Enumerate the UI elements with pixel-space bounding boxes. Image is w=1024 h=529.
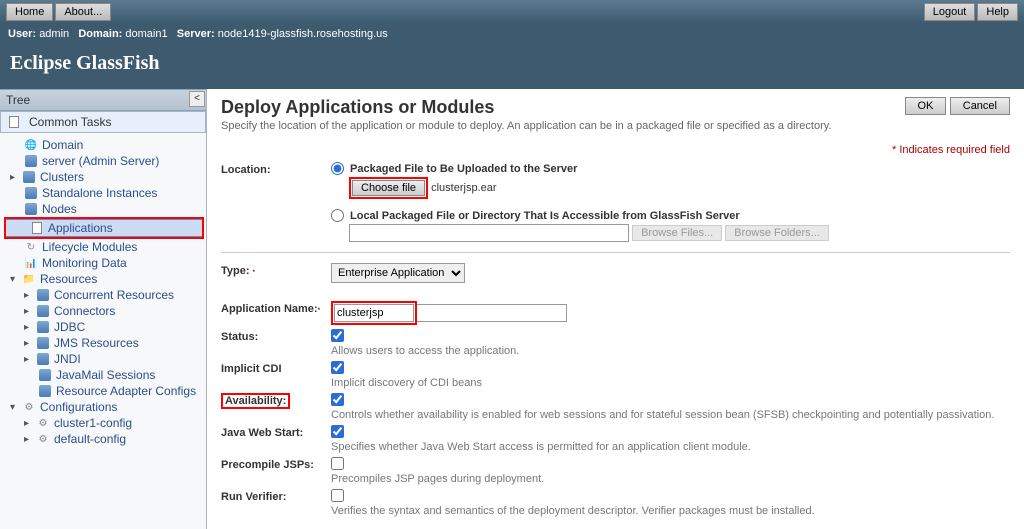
local-radio[interactable]	[331, 209, 344, 222]
jws-checkbox[interactable]	[331, 425, 344, 438]
local-path-input[interactable]	[349, 224, 629, 242]
about-button[interactable]: About...	[55, 3, 111, 21]
tree-standalone[interactable]: Standalone Instances	[0, 185, 206, 201]
logout-button[interactable]: Logout	[924, 3, 976, 21]
tree-javamail[interactable]: JavaMail Sessions	[0, 367, 206, 383]
topbar: Home About... Logout Help	[0, 0, 1024, 24]
choose-file-button[interactable]: Choose file	[352, 180, 425, 196]
precompile-checkbox[interactable]	[331, 457, 344, 470]
page-title: Deploy Applications or Modules	[221, 97, 831, 118]
appname-input-ext[interactable]	[417, 304, 567, 322]
availability-label: Availability:	[221, 393, 290, 409]
implicit-label: Implicit CDI	[221, 361, 331, 389]
tree-cluster1-config[interactable]: ▸⚙cluster1-config	[0, 415, 206, 431]
packaged-label: Packaged File to Be Uploaded to the Serv…	[350, 163, 577, 175]
tree-resources[interactable]: ▾📁Resources	[0, 271, 206, 287]
tree-configurations[interactable]: ▾⚙Configurations	[0, 399, 206, 415]
tree-server[interactable]: server (Admin Server)	[0, 153, 206, 169]
precompile-help: Precompiles JSP pages during deployment.	[331, 473, 544, 485]
browse-folders-button: Browse Folders...	[725, 225, 829, 241]
status-checkbox[interactable]	[331, 329, 344, 342]
verifier-checkbox[interactable]	[331, 489, 344, 502]
tree-monitoring[interactable]: 📊Monitoring Data	[0, 255, 206, 271]
infobar: User: admin Domain: domain1 Server: node…	[0, 24, 1024, 44]
tree-rac[interactable]: Resource Adapter Configs	[0, 383, 206, 399]
appname-label: Application Name:*	[221, 301, 331, 325]
tree-jndi[interactable]: ▸JNDI	[0, 351, 206, 367]
location-label: Location:	[221, 162, 331, 242]
tree-domain[interactable]: 🌐Domain	[0, 137, 206, 153]
tree-connectors[interactable]: ▸Connectors	[0, 303, 206, 319]
tree-jms[interactable]: ▸JMS Resources	[0, 335, 206, 351]
implicit-checkbox[interactable]	[331, 361, 344, 374]
tree-concurrent[interactable]: ▸Concurrent Resources	[0, 287, 206, 303]
tree-default-config[interactable]: ▸⚙default-config	[0, 431, 206, 447]
required-indicator: * Indicates required field	[221, 144, 1010, 156]
tree-header: Tree <	[0, 89, 206, 111]
packaged-radio[interactable]	[331, 162, 344, 175]
tree-collapse-button[interactable]: <	[189, 91, 205, 107]
tree-nodes[interactable]: Nodes	[0, 201, 206, 217]
home-button[interactable]: Home	[6, 3, 53, 21]
availability-help: Controls whether availability is enabled…	[331, 409, 994, 421]
help-button[interactable]: Help	[977, 3, 1018, 21]
availability-checkbox[interactable]	[331, 393, 344, 406]
local-label: Local Packaged File or Directory That Is…	[350, 210, 740, 222]
type-label: Type: *	[221, 263, 331, 283]
jws-label: Java Web Start:	[221, 425, 331, 453]
page-subtitle: Specify the location of the application …	[221, 120, 831, 132]
browse-files-button: Browse Files...	[632, 225, 722, 241]
cancel-button[interactable]: Cancel	[950, 97, 1010, 115]
tree-clusters[interactable]: ▸Clusters	[0, 169, 206, 185]
type-select[interactable]: Enterprise Application	[331, 263, 465, 283]
tree-lifecycle[interactable]: ↻Lifecycle Modules	[0, 239, 206, 255]
implicit-help: Implicit discovery of CDI beans	[331, 377, 482, 389]
ok-button[interactable]: OK	[905, 97, 947, 115]
precompile-label: Precompile JSPs:	[221, 457, 331, 485]
tree-jdbc[interactable]: ▸JDBC	[0, 319, 206, 335]
status-help: Allows users to access the application.	[331, 345, 519, 357]
sidebar: Tree < Common Tasks 🌐Domain server (Admi…	[0, 89, 207, 529]
status-label: Status:	[221, 329, 331, 357]
verifier-help: Verifies the syntax and semantics of the…	[331, 505, 815, 517]
selected-filename: clusterjsp.ear	[431, 182, 496, 194]
brand-title: Eclipse GlassFish	[0, 44, 1024, 89]
main-panel: Deploy Applications or Modules Specify t…	[207, 89, 1024, 529]
verifier-label: Run Verifier:	[221, 489, 331, 517]
appname-input[interactable]	[334, 304, 414, 322]
common-tasks[interactable]: Common Tasks	[0, 111, 206, 133]
jws-help: Specifies whether Java Web Start access …	[331, 441, 751, 453]
tree-applications[interactable]: Applications	[6, 219, 202, 237]
